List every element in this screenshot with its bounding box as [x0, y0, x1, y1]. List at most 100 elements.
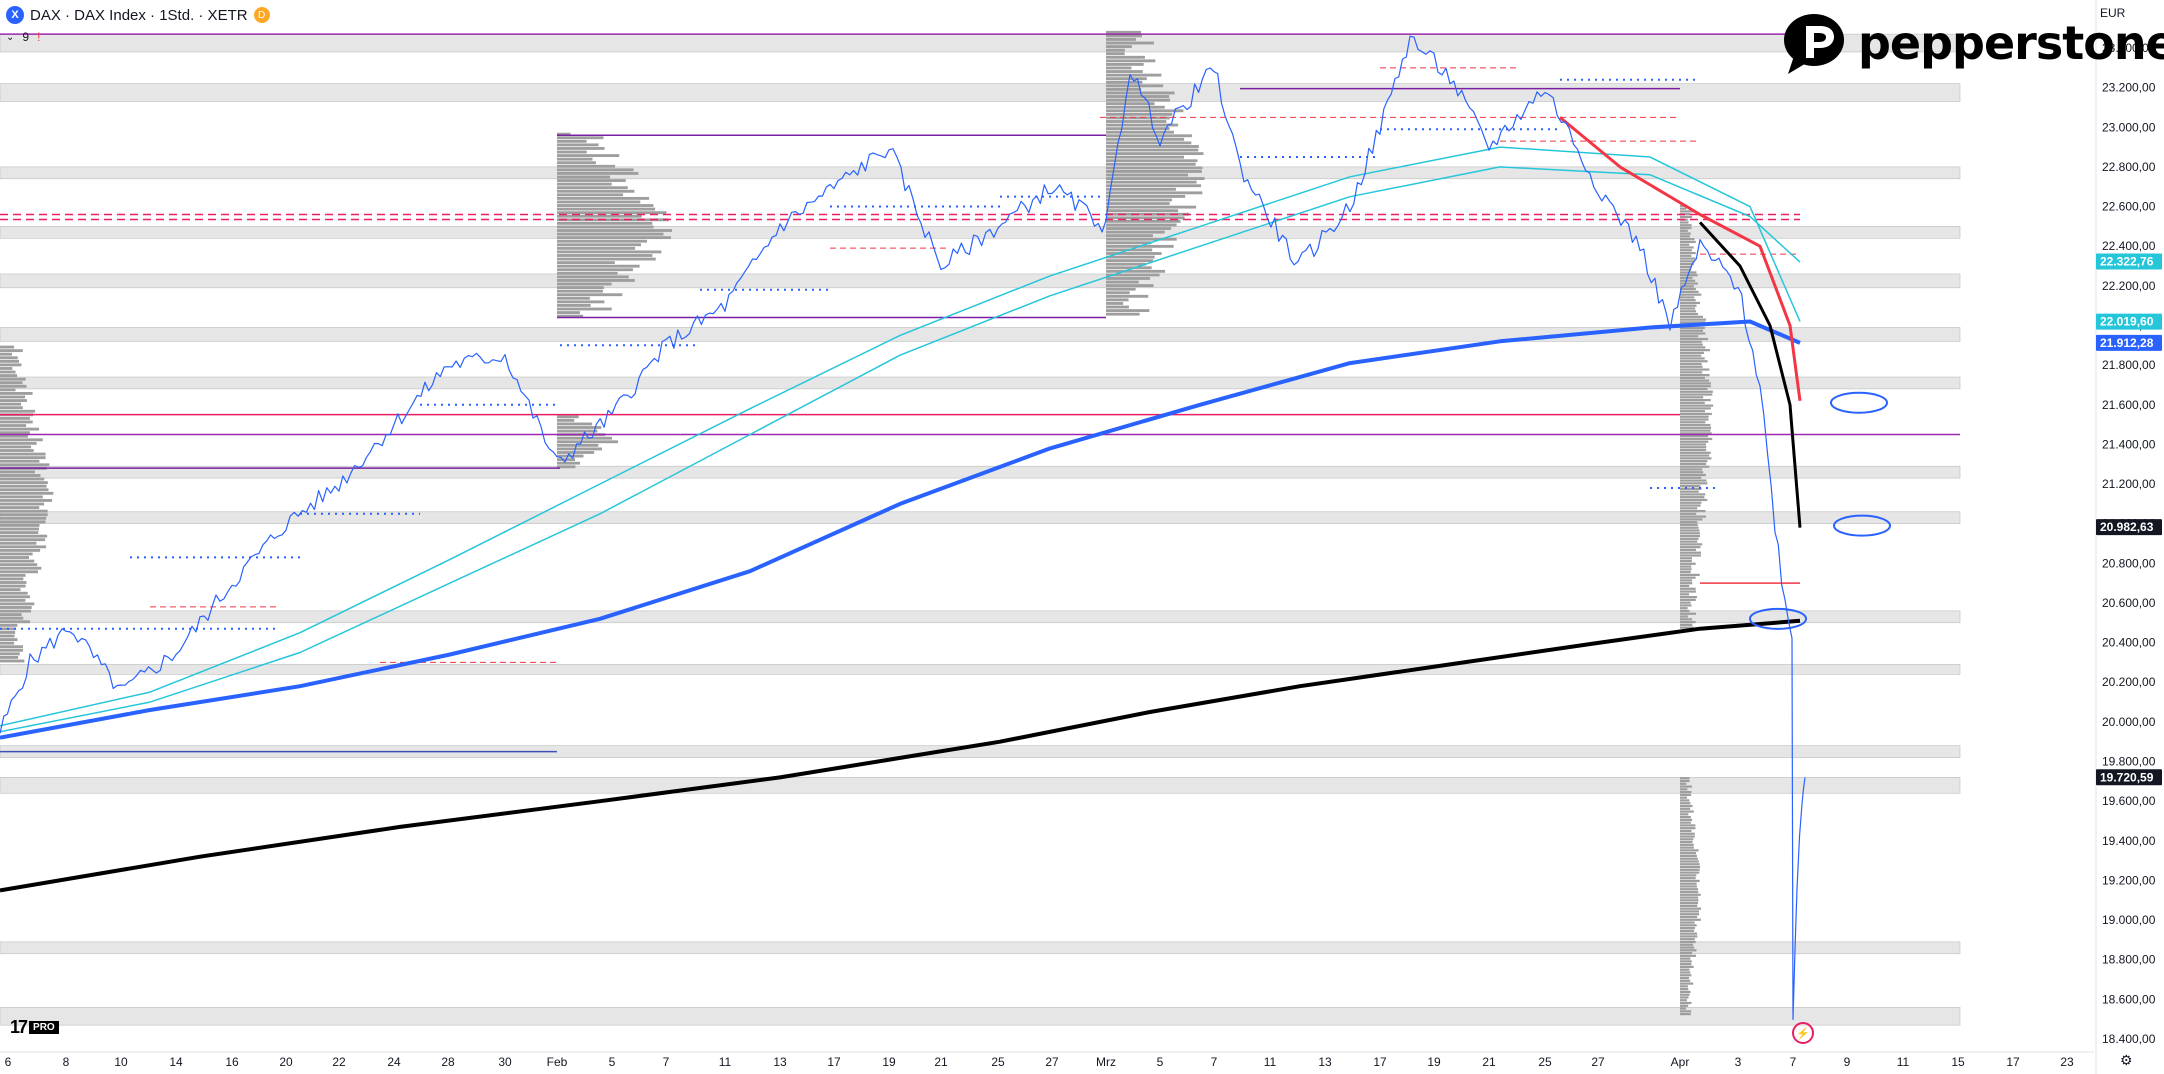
volume-profile-bar [1680, 840, 1693, 844]
volume-profile-bar [557, 300, 605, 304]
volume-profile-bar [1106, 173, 1189, 177]
sr-zone[interactable] [0, 664, 1961, 675]
sr-zone[interactable] [0, 376, 1961, 390]
volume-profile-bar [1680, 240, 1696, 244]
volume-profile-bar [1106, 227, 1172, 230]
volume-profile-bar [1680, 590, 1696, 593]
volume-profile-bar [1680, 827, 1696, 830]
time-tick-label: 7 [663, 1055, 670, 1069]
volume-profile-bar [1680, 290, 1699, 293]
price-line[interactable] [0, 35, 1806, 1020]
sr-zone[interactable] [0, 1006, 1961, 1026]
ema-fast-line[interactable] [0, 166, 1801, 733]
volume-profile-bar [1680, 473, 1706, 477]
volume-profile-bar [1680, 976, 1690, 980]
volume-profile-bar [1680, 587, 1696, 590]
chart-header: X DAX · DAX Index · 1Std. · XETR D [6, 4, 270, 26]
volume-profile-bar [1680, 988, 1689, 991]
volume-profile-bar [1106, 302, 1124, 305]
volume-profile-bar [1680, 443, 1707, 446]
volume-profile-bar [1106, 59, 1156, 63]
volume-profile-bar [1680, 412, 1712, 416]
annotation-ellipse[interactable] [1830, 391, 1888, 414]
indicator-toggle[interactable]: ⌄ 9 ! [6, 30, 40, 44]
vwap-line[interactable] [1698, 221, 1802, 528]
tradingview-badge[interactable]: 17 PRO [10, 1017, 59, 1038]
sr-zone[interactable] [0, 166, 1961, 180]
price-tick-label: 19.000,00 [2102, 913, 2156, 927]
sr-zone[interactable] [0, 226, 1961, 239]
volume-profile-bar [1680, 401, 1705, 404]
volume-profile-bar [1106, 255, 1155, 259]
gear-icon[interactable]: ⚙ [2120, 1052, 2133, 1069]
volume-profile-bar [1680, 398, 1711, 402]
sr-zone[interactable] [0, 83, 1961, 102]
volume-profile-bar [557, 186, 628, 190]
price-tick-label: 23.000,00 [2102, 120, 2156, 134]
time-tick-label: 17 [827, 1055, 841, 1069]
volume-profile-bar [0, 431, 30, 435]
volume-profile-bar [0, 516, 47, 520]
sr-zone[interactable] [0, 273, 1961, 289]
volume-profile-bar [1680, 423, 1711, 427]
volume-profile-bar [1680, 410, 1705, 413]
sr-zone[interactable] [0, 33, 1961, 53]
volume-profile-bar [1680, 559, 1692, 563]
volume-profile-bar [0, 652, 20, 656]
volume-profile-bar [0, 416, 30, 420]
volume-profile-bar [1106, 66, 1132, 70]
volume-profile-bar [1680, 863, 1700, 866]
volume-profile-bar [1680, 299, 1696, 302]
volume-profile-bar [1680, 618, 1693, 621]
price-tick-label: 21.400,00 [2102, 437, 2156, 451]
volume-profile-bar [1680, 479, 1707, 482]
price-tick-label: 19.200,00 [2102, 873, 2156, 887]
volume-profile-bar [0, 406, 23, 410]
volume-profile-bar [1680, 418, 1709, 421]
volume-profile-bar [1680, 407, 1711, 410]
chevron-down-icon[interactable]: ⌄ [6, 32, 14, 43]
volume-profile-bar [1680, 615, 1688, 618]
volume-profile-bar [1680, 526, 1699, 529]
volume-profile-bar [1106, 184, 1202, 188]
volume-profile-bar [1680, 943, 1694, 946]
data-badge[interactable]: D [253, 7, 270, 23]
sr-zone[interactable] [0, 941, 1961, 955]
volume-profile-bar [1106, 277, 1151, 280]
volume-profile-bar [0, 349, 23, 353]
volume-profile-bar [1680, 337, 1709, 341]
warning-icon[interactable]: ! [37, 30, 40, 44]
volume-profile-bar [1680, 307, 1696, 310]
volume-profile-bar [1106, 194, 1186, 198]
sr-zone[interactable] [0, 327, 1961, 342]
symbol-icon[interactable]: X [6, 6, 24, 24]
volume-profile-bar [1680, 885, 1697, 888]
sr-zone[interactable] [0, 610, 1961, 624]
chart-title[interactable]: DAX · DAX Index · 1Std. · XETR [30, 7, 248, 24]
volume-profile-bar [1680, 562, 1696, 565]
price-chart[interactable]: 23.400,0023.200,0023.000,0022.800,0022.6… [0, 0, 2164, 1074]
volume-profile-bar [1680, 421, 1706, 424]
volume-profile-bar [0, 456, 46, 460]
volume-profile-bar [1680, 396, 1704, 399]
volume-profile-bar [557, 239, 648, 243]
volume-profile-bar [0, 648, 24, 652]
volume-profile-bar [1680, 802, 1691, 805]
volume-profile-bar [0, 484, 47, 488]
lightning-icon[interactable]: ⚡ [1792, 1022, 1814, 1044]
volume-profile-bar [1680, 879, 1700, 883]
volume-profile-bar [0, 427, 40, 431]
volume-profile-bar [1680, 582, 1693, 585]
volume-profile-bar [0, 541, 37, 545]
volume-profile-bar [1680, 593, 1690, 596]
sr-zone[interactable] [0, 511, 1961, 524]
volume-profile-bar [0, 620, 31, 624]
volume-profile-bar [1680, 793, 1692, 797]
volume-profile-bar [1680, 346, 1706, 349]
volume-profile-bar [1106, 191, 1203, 195]
sr-zone[interactable] [0, 777, 1961, 794]
volume-profile-bar [1680, 254, 1692, 257]
volume-profile-bar [557, 307, 612, 311]
volume-profile-bar [0, 488, 49, 492]
volume-profile-bar [1680, 620, 1696, 624]
